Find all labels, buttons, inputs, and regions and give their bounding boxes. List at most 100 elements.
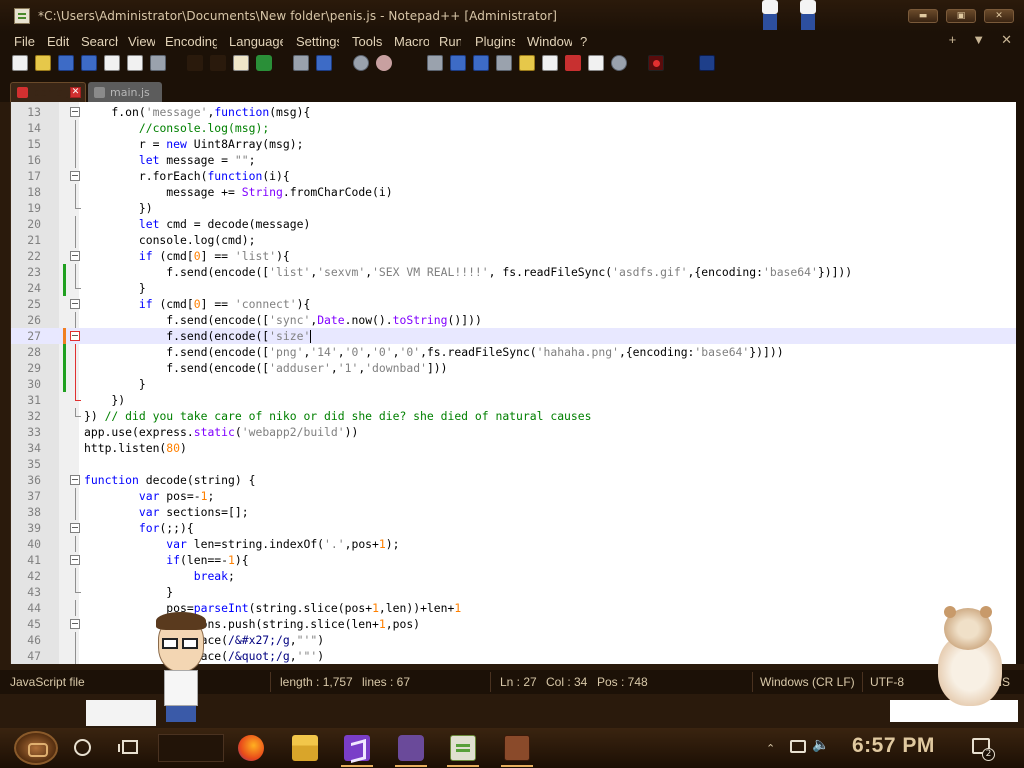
code-text[interactable]: } xyxy=(84,584,173,600)
volume-icon[interactable]: 🔈 xyxy=(812,737,829,753)
code-text[interactable]: var pos=-1; xyxy=(84,488,214,504)
paste-icon[interactable] xyxy=(233,55,249,71)
print-icon[interactable] xyxy=(150,55,166,71)
visual-studio-icon[interactable] xyxy=(344,735,370,761)
code-line[interactable]: 26 f.send(encode(['sync',Date.now().toSt… xyxy=(11,312,1016,328)
indent-guide-icon[interactable] xyxy=(496,55,512,71)
code-line[interactable]: 17 r.forEach(function(i){ xyxy=(11,168,1016,184)
code-line[interactable]: 15 r = new Uint8Array(msg); xyxy=(11,136,1016,152)
code-text[interactable]: }) xyxy=(84,200,153,216)
status-eol[interactable]: Windows (CR LF) xyxy=(760,675,855,689)
code-text[interactable]: f.send(encode(['adduser','1','downbad'])… xyxy=(84,360,447,376)
code-text[interactable]: pos=parseInt(string.slice(pos+1,len))+le… xyxy=(84,600,461,616)
save-all-icon[interactable] xyxy=(81,55,97,71)
code-text[interactable]: if(len==-1){ xyxy=(84,552,248,568)
menu-language[interactable]: Language xyxy=(229,34,283,49)
code-text[interactable]: }) // did you take care of niko or did s… xyxy=(84,408,591,424)
code-text[interactable]: //console.log(msg); xyxy=(84,120,269,136)
code-text[interactable]: f.send(encode(['sync',Date.now().toStrin… xyxy=(84,312,482,328)
code-line[interactable]: 33 app.use(express.static('webapp2/build'… xyxy=(11,424,1016,440)
menu-help[interactable]: ? xyxy=(580,34,590,49)
zoom-out-icon[interactable] xyxy=(376,55,392,71)
game-icon[interactable] xyxy=(398,735,424,761)
code-line[interactable]: 37 var pos=-1; xyxy=(11,488,1016,504)
code-text[interactable]: var sections=[]; xyxy=(84,504,249,520)
code-text[interactable]: let cmd = decode(message) xyxy=(84,216,310,232)
code-line[interactable]: 28 f.send(encode(['png','14','0','0','0'… xyxy=(11,344,1016,360)
new-icon[interactable] xyxy=(12,55,28,71)
task-view-icon[interactable] xyxy=(118,740,138,754)
code-line[interactable]: 38 var sections=[]; xyxy=(11,504,1016,520)
monitor-icon[interactable] xyxy=(611,55,627,71)
code-line[interactable]: 29 f.send(encode(['adduser','1','downbad… xyxy=(11,360,1016,376)
app-icon[interactable] xyxy=(504,735,530,761)
save-icon[interactable] xyxy=(58,55,74,71)
code-text[interactable]: sections.push(string.slice(len+1,pos) xyxy=(84,616,420,632)
menu-file[interactable]: File xyxy=(14,34,36,49)
function-list-icon[interactable] xyxy=(565,55,581,71)
code-text[interactable]: } xyxy=(84,280,146,296)
taskbar-search[interactable] xyxy=(158,734,224,762)
tab-list-icon[interactable]: ▼ xyxy=(972,32,985,48)
code-lines[interactable]: 13 f.on('message',function(msg){14 //con… xyxy=(11,104,1016,664)
code-text[interactable]: f.on('message',function(msg){ xyxy=(84,104,310,120)
code-text[interactable]: f.send(encode(['png','14','0','0','0',fs… xyxy=(84,344,783,360)
menu-window[interactable]: Window xyxy=(527,34,572,49)
code-text[interactable]: } xyxy=(84,376,146,392)
fold-toggle-icon[interactable] xyxy=(70,523,80,533)
code-editor[interactable]: 13 f.on('message',function(msg){14 //con… xyxy=(10,102,1016,664)
tab-main-js[interactable]: main.js xyxy=(88,82,162,102)
code-line[interactable]: 20 let cmd = decode(message) xyxy=(11,216,1016,232)
code-line[interactable]: 16 let message = ""; xyxy=(11,152,1016,168)
close-all-icon[interactable] xyxy=(127,55,143,71)
code-text[interactable]: for(;;){ xyxy=(84,520,194,536)
code-text[interactable]: function decode(string) { xyxy=(84,472,255,488)
find-icon[interactable] xyxy=(293,55,309,71)
copy-icon[interactable] xyxy=(210,55,226,71)
code-line[interactable]: 36 function decode(string) { xyxy=(11,472,1016,488)
code-text[interactable]: if (cmd[0] == 'list'){ xyxy=(84,248,290,264)
code-line[interactable]: 24 } xyxy=(11,280,1016,296)
fold-toggle-icon[interactable] xyxy=(70,331,80,341)
notepad-plus-plus-icon[interactable] xyxy=(14,8,30,24)
network-icon[interactable] xyxy=(790,740,806,753)
menu-search[interactable]: Search xyxy=(81,34,118,49)
replace-icon[interactable] xyxy=(316,55,332,71)
fold-toggle-icon[interactable] xyxy=(70,107,80,117)
open-icon[interactable] xyxy=(35,55,51,71)
fold-toggle-icon[interactable] xyxy=(70,555,80,565)
code-text[interactable]: break; xyxy=(84,568,235,584)
desktop-buddy-hamster[interactable] xyxy=(930,604,1006,708)
code-line[interactable]: 27 f.send(encode(['size' xyxy=(11,328,1016,344)
tray-chevron-icon[interactable]: ⌃ xyxy=(766,742,775,755)
menu-view[interactable]: View xyxy=(128,34,155,49)
code-text[interactable]: http.listen(80) xyxy=(84,440,187,456)
zoom-in-icon[interactable] xyxy=(353,55,369,71)
code-line[interactable]: 23 f.send(encode(['list','sexvm','SEX VM… xyxy=(11,264,1016,280)
udl-icon[interactable] xyxy=(519,55,535,71)
close-icon[interactable] xyxy=(104,55,120,71)
code-line[interactable]: 22 if (cmd[0] == 'list'){ xyxy=(11,248,1016,264)
menu-edit[interactable]: Edit xyxy=(47,34,69,49)
file-explorer-icon[interactable] xyxy=(292,735,318,761)
code-line[interactable]: 41 if(len==-1){ xyxy=(11,552,1016,568)
start-button[interactable] xyxy=(14,731,58,765)
undo-icon[interactable] xyxy=(256,55,272,71)
code-line[interactable]: 25 if (cmd[0] == 'connect'){ xyxy=(11,296,1016,312)
fold-toggle-icon[interactable] xyxy=(70,171,80,181)
play-macro-icon[interactable] xyxy=(699,55,715,71)
fold-toggle-icon[interactable] xyxy=(70,299,80,309)
code-text[interactable]: if (cmd[0] == 'connect'){ xyxy=(84,296,310,312)
cortana-icon[interactable] xyxy=(74,739,91,756)
record-macro-icon[interactable] xyxy=(648,55,664,71)
code-line[interactable]: 39 for(;;){ xyxy=(11,520,1016,536)
code-line[interactable]: 42 break; xyxy=(11,568,1016,584)
doc-map-icon[interactable] xyxy=(542,55,558,71)
code-line[interactable]: 32}) // did you take care of niko or did… xyxy=(11,408,1016,424)
word-wrap-icon[interactable] xyxy=(450,55,466,71)
menu-run[interactable]: Run xyxy=(439,34,461,49)
code-line[interactable]: 19 }) xyxy=(11,200,1016,216)
code-line[interactable]: 30 } xyxy=(11,376,1016,392)
code-line[interactable]: 34 http.listen(80) xyxy=(11,440,1016,456)
code-text[interactable]: console.log(cmd); xyxy=(84,232,256,248)
